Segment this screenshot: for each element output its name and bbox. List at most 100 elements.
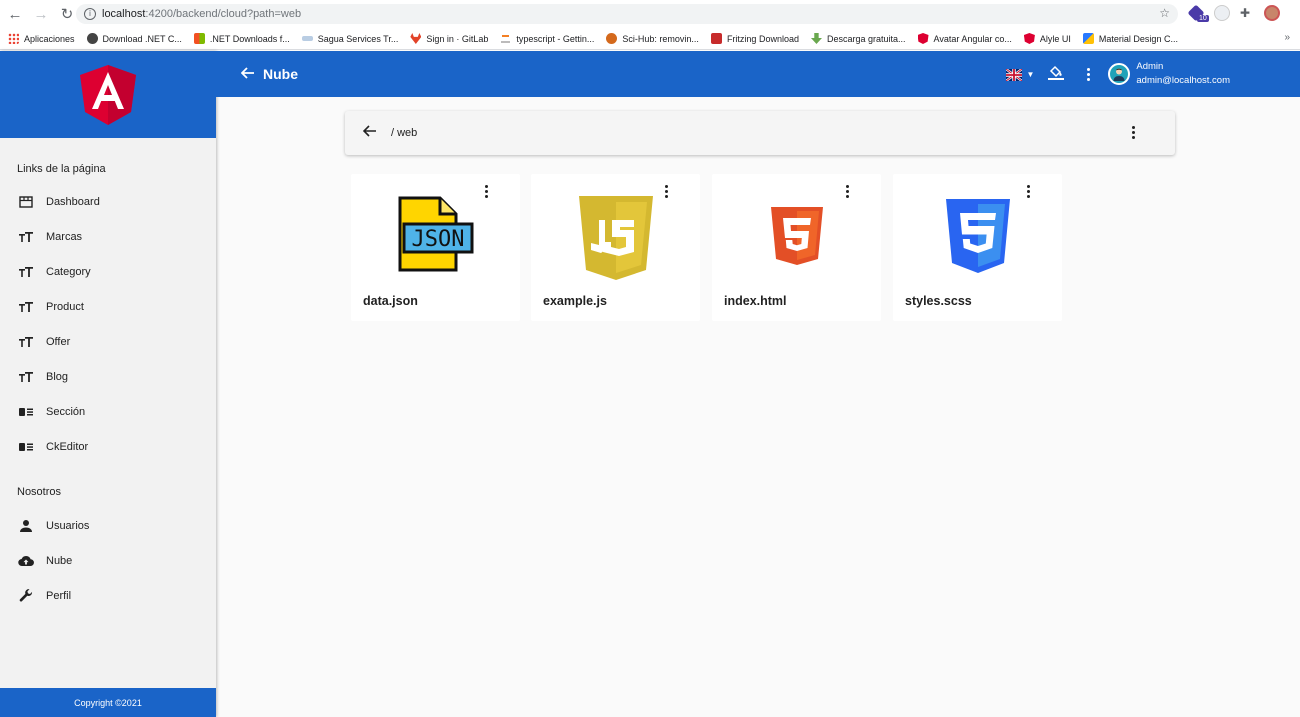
sidebar-item-product[interactable]: Product	[0, 289, 216, 324]
bookmark-label: Fritzing Download	[726, 33, 799, 44]
user-info[interactable]: Admin admin@localhost.com	[1136, 60, 1230, 88]
download-icon	[810, 33, 822, 44]
text-size-icon	[18, 369, 34, 385]
angular-logo-icon	[80, 64, 136, 125]
sidebar-section-links: Links de la página	[17, 163, 106, 175]
puzzle-icon[interactable]: ✚	[1240, 6, 1254, 20]
windows-icon	[193, 33, 205, 44]
sidebar-item-ckeditor[interactable]: CkEditor	[0, 429, 216, 464]
current-path: / web	[391, 127, 418, 139]
avatar[interactable]	[1108, 63, 1131, 85]
sidebar-item-blog[interactable]: Blog	[0, 359, 216, 394]
file-name: styles.scss	[905, 294, 972, 308]
bookmark-5[interactable]: typescript - Gettin...	[500, 33, 594, 44]
bookmark-label: Download .NET C...	[102, 33, 182, 44]
file-card-index-html[interactable]: index.html	[712, 174, 881, 321]
text-size-icon	[18, 334, 34, 350]
language-dropdown-icon[interactable]: ▼	[1026, 70, 1034, 79]
back-arrow-icon[interactable]	[240, 66, 255, 82]
bookmark-label: Material Design C...	[1098, 33, 1178, 44]
reload-icon[interactable]: ↻	[56, 3, 78, 25]
sidebar-item-label: Product	[46, 300, 84, 313]
scihub-icon	[606, 33, 618, 44]
person-icon	[18, 518, 34, 534]
bookmark-label: Sci-Hub: removin...	[622, 33, 699, 44]
sidebar-item-label: Blog	[46, 370, 69, 383]
page-title: Nube	[240, 66, 298, 82]
profile-avatar-icon[interactable]	[1264, 5, 1280, 21]
uk-flag-icon[interactable]	[1005, 68, 1024, 82]
sidebar-item-label: Perfil	[46, 589, 72, 602]
bookmark-label: Sagua Services Tr...	[317, 33, 399, 44]
bookmark-3[interactable]: Sagua Services Tr...	[301, 33, 399, 44]
file-card-example-js[interactable]: example.js	[531, 174, 700, 321]
sidebar-item-usuarios[interactable]: Usuarios	[0, 508, 216, 543]
sidebar-item-offer[interactable]: Offer	[0, 324, 216, 359]
bookmark-9[interactable]: Avatar Angular co...	[917, 33, 1012, 44]
svg-text:JSON: JSON	[411, 227, 464, 252]
sidebar-item-marcas[interactable]: Marcas	[0, 219, 216, 254]
globe-icon	[86, 33, 98, 44]
more-vert-icon[interactable]	[841, 185, 853, 198]
cloud-upload-icon	[18, 553, 34, 569]
file-card-styles-scss[interactable]: styles.scss	[893, 174, 1062, 321]
sidebar-item-label: Nube	[46, 554, 73, 567]
more-vert-icon[interactable]	[1022, 185, 1034, 198]
paint-bucket-icon[interactable]	[1048, 64, 1065, 85]
extension-badge-count: 10	[1197, 15, 1209, 22]
more-bookmarks-icon[interactable]: »	[1284, 32, 1290, 43]
text-size-icon	[18, 229, 34, 245]
angular-icon	[1023, 33, 1035, 44]
app-toolbar: Nube ▼ Admin admin@localhost.com	[216, 51, 1300, 97]
bookmark-0[interactable]: Aplicaciones	[8, 33, 75, 44]
sidebar-item-label: Category	[46, 265, 91, 278]
sidebar-item-seccion[interactable]: Sección	[0, 394, 216, 429]
bookmark-10[interactable]: Alyle UI	[1023, 33, 1071, 44]
fritzing-icon	[710, 33, 722, 44]
sidebar-item-label: Dashboard	[46, 195, 100, 208]
sidebar-item-dashboard[interactable]: Dashboard	[0, 184, 216, 219]
file-name: data.json	[363, 294, 418, 308]
browser-toolbar: ← → ↻ i localhost:4200/backend/cloud?pat…	[0, 0, 1300, 28]
file-name: example.js	[543, 294, 607, 308]
bookmark-label: Sign in · GitLab	[426, 33, 489, 44]
back-arrow-icon[interactable]	[362, 124, 377, 142]
sidebar-item-nube[interactable]: Nube	[0, 543, 216, 578]
sidebar-item-label: Sección	[46, 405, 86, 418]
sidebar-item-perfil[interactable]: Perfil	[0, 578, 216, 613]
url-host: localhost	[102, 8, 146, 20]
json-file-icon: JSON	[351, 196, 520, 276]
bookmark-1[interactable]: Download .NET C...	[86, 33, 182, 44]
user-email: admin@localhost.com	[1136, 75, 1230, 86]
file-card-data-json[interactable]: JSON data.json	[351, 174, 520, 321]
sidebar-item-label: Marcas	[46, 230, 83, 243]
back-arrow-icon[interactable]: ←	[4, 3, 26, 25]
url-path: :4200/backend/cloud?path=web	[145, 8, 302, 20]
stackoverflow-icon	[500, 33, 512, 44]
bookmark-7[interactable]: Fritzing Download	[710, 33, 799, 44]
site-info-icon[interactable]: i	[84, 8, 96, 20]
logo-area[interactable]	[0, 51, 216, 138]
breadcrumb: / web	[345, 111, 1175, 155]
bookmark-4[interactable]: Sign in · GitLab	[410, 33, 488, 44]
toolbar-actions: ▼ Admin admin@localhost.com	[1005, 51, 1230, 97]
more-vert-icon[interactable]	[1127, 126, 1139, 139]
material-icon	[1082, 33, 1094, 44]
bookmark-2[interactable]: .NET Downloads f...	[193, 33, 290, 44]
bookmark-6[interactable]: Sci-Hub: removin...	[606, 33, 699, 44]
text-size-icon	[18, 264, 34, 280]
list-icon	[18, 439, 34, 455]
bookmark-8[interactable]: Descarga gratuita...	[810, 33, 906, 44]
sidebar-item-label: Usuarios	[46, 519, 90, 532]
page-title-text: Nube	[263, 66, 298, 82]
forward-arrow-icon[interactable]: →	[30, 3, 52, 25]
extension-ghost-icon[interactable]	[1214, 5, 1230, 21]
address-bar[interactable]: i localhost:4200/backend/cloud?path=web …	[76, 4, 1178, 24]
bookmark-11[interactable]: Material Design C...	[1082, 33, 1178, 44]
bookmark-label: Aplicaciones	[24, 33, 75, 44]
sidebar: Links de la página Dashboard Marcas Cate…	[0, 51, 216, 717]
more-vert-icon[interactable]	[1082, 67, 1094, 81]
file-name: index.html	[724, 294, 787, 308]
bookmark-star-icon[interactable]: ☆	[1159, 6, 1170, 20]
sidebar-item-category[interactable]: Category	[0, 254, 216, 289]
